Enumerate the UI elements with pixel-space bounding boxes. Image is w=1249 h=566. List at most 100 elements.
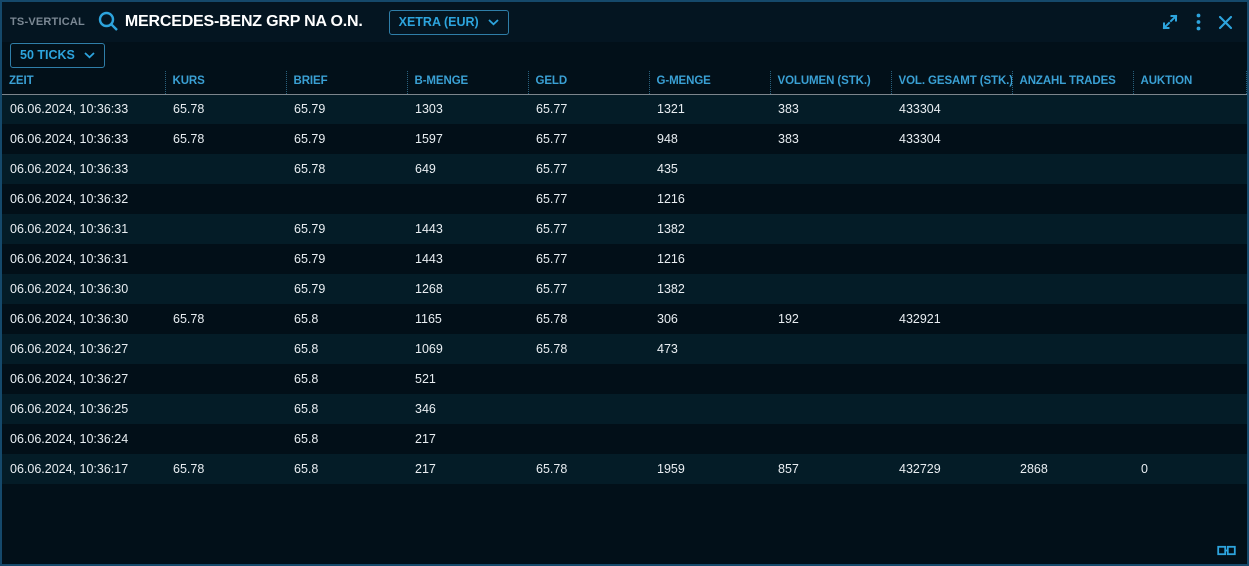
column-header-auktion[interactable]: AUKTION bbox=[1133, 71, 1247, 94]
table-row: 06.06.2024, 10:36:3365.7865.79130365.771… bbox=[2, 94, 1247, 124]
table-cell: 65.79 bbox=[286, 124, 407, 154]
table-cell bbox=[165, 364, 286, 394]
table-cell bbox=[770, 334, 891, 364]
table-cell: 06.06.2024, 10:36:33 bbox=[2, 154, 165, 184]
table-cell bbox=[1133, 334, 1247, 364]
table-cell bbox=[528, 424, 649, 454]
table-row: 06.06.2024, 10:36:3065.79126865.771382 bbox=[2, 274, 1247, 304]
chevron-down-icon bbox=[488, 15, 499, 29]
search-icon[interactable] bbox=[97, 10, 121, 34]
table-cell: 65.8 bbox=[286, 304, 407, 334]
column-header-zeit[interactable]: ZEIT bbox=[2, 71, 165, 94]
table-cell: 433304 bbox=[891, 94, 1012, 124]
table-cell: 65.8 bbox=[286, 334, 407, 364]
table-cell: 1443 bbox=[407, 244, 528, 274]
table-cell: 06.06.2024, 10:36:33 bbox=[2, 94, 165, 124]
table-cell bbox=[770, 184, 891, 214]
exchange-dropdown[interactable]: XETRA (EUR) bbox=[389, 10, 509, 35]
table-cell: 217 bbox=[407, 454, 528, 484]
column-header-b-menge[interactable]: B-MENGE bbox=[407, 71, 528, 94]
table-cell: 65.78 bbox=[528, 334, 649, 364]
table-cell: 65.8 bbox=[286, 454, 407, 484]
table-cell: 65.77 bbox=[528, 124, 649, 154]
table-cell bbox=[770, 424, 891, 454]
table-cell bbox=[891, 364, 1012, 394]
table-cell bbox=[1012, 304, 1133, 334]
table-cell bbox=[1133, 424, 1247, 454]
table-cell: 473 bbox=[649, 334, 770, 364]
exchange-dropdown-label: XETRA (EUR) bbox=[399, 15, 479, 29]
table-cell: 65.78 bbox=[165, 124, 286, 154]
column-header-volumen-stk[interactable]: VOLUMEN (STK.) bbox=[770, 71, 891, 94]
table-row: 06.06.2024, 10:36:2465.8217 bbox=[2, 424, 1247, 454]
table-cell: 1382 bbox=[649, 214, 770, 244]
table-cell: 06.06.2024, 10:36:24 bbox=[2, 424, 165, 454]
table-cell: 948 bbox=[649, 124, 770, 154]
column-header-geld[interactable]: GELD bbox=[528, 71, 649, 94]
table-cell: 649 bbox=[407, 154, 528, 184]
table-cell: 06.06.2024, 10:36:32 bbox=[2, 184, 165, 214]
table-cell: 65.77 bbox=[528, 154, 649, 184]
table-cell bbox=[1012, 364, 1133, 394]
instrument-title: MERCEDES-BENZ GRP NA O.N. bbox=[125, 13, 363, 31]
close-icon[interactable] bbox=[1216, 13, 1235, 32]
table-cell bbox=[528, 364, 649, 394]
column-header-anzahl-trades[interactable]: ANZAHL TRADES bbox=[1012, 71, 1133, 94]
table-cell: 65.77 bbox=[528, 94, 649, 124]
table-cell bbox=[770, 364, 891, 394]
column-header-g-menge[interactable]: G-MENGE bbox=[649, 71, 770, 94]
column-header-vol-gesamt-stk[interactable]: VOL. GESAMT (STK.) bbox=[891, 71, 1012, 94]
table-cell bbox=[1012, 94, 1133, 124]
table-cell bbox=[407, 184, 528, 214]
table-cell bbox=[1012, 154, 1133, 184]
table-row: 06.06.2024, 10:36:2565.8346 bbox=[2, 394, 1247, 424]
table-cell bbox=[1133, 184, 1247, 214]
table-cell: 65.77 bbox=[528, 214, 649, 244]
table-cell bbox=[1133, 274, 1247, 304]
table-cell: 1216 bbox=[649, 244, 770, 274]
table-cell bbox=[1012, 334, 1133, 364]
table-cell bbox=[1133, 364, 1247, 394]
column-header-brief[interactable]: BRIEF bbox=[286, 71, 407, 94]
table-cell bbox=[1012, 274, 1133, 304]
table-cell bbox=[165, 334, 286, 364]
table-cell: 1959 bbox=[649, 454, 770, 484]
table-cell: 192 bbox=[770, 304, 891, 334]
table-cell bbox=[891, 334, 1012, 364]
table-cell: 857 bbox=[770, 454, 891, 484]
table-cell: 06.06.2024, 10:36:31 bbox=[2, 244, 165, 274]
table-cell: 1216 bbox=[649, 184, 770, 214]
table-cell: 06.06.2024, 10:36:17 bbox=[2, 454, 165, 484]
table-cell: 65.77 bbox=[528, 244, 649, 274]
table-cell bbox=[165, 184, 286, 214]
table-cell: 65.78 bbox=[165, 304, 286, 334]
footer bbox=[2, 484, 1247, 564]
table-cell bbox=[1012, 184, 1133, 214]
table-cell bbox=[1133, 304, 1247, 334]
link-windows-icon[interactable] bbox=[1217, 544, 1236, 557]
table-cell bbox=[1133, 214, 1247, 244]
table-cell: 383 bbox=[770, 94, 891, 124]
maximize-button[interactable] bbox=[1159, 11, 1181, 33]
window-controls bbox=[1159, 11, 1235, 33]
table-cell bbox=[528, 394, 649, 424]
tick-table: ZEITKURSBRIEFB-MENGEGELDG-MENGEVOLUMEN (… bbox=[2, 71, 1247, 484]
table-cell bbox=[891, 184, 1012, 214]
table-cell bbox=[649, 424, 770, 454]
table-cell bbox=[1133, 244, 1247, 274]
column-header-kurs[interactable]: KURS bbox=[165, 71, 286, 94]
table-cell bbox=[770, 244, 891, 274]
table-cell bbox=[165, 274, 286, 304]
table-cell: 65.78 bbox=[165, 94, 286, 124]
kebab-menu-icon[interactable] bbox=[1194, 11, 1203, 33]
table-cell bbox=[165, 244, 286, 274]
table-cell bbox=[1012, 244, 1133, 274]
table-row: 06.06.2024, 10:36:2765.8106965.78473 bbox=[2, 334, 1247, 364]
table-cell: 65.8 bbox=[286, 424, 407, 454]
table-cell bbox=[1133, 94, 1247, 124]
table-cell bbox=[891, 244, 1012, 274]
table-cell bbox=[1133, 124, 1247, 154]
app-label: TS-VERTICAL bbox=[10, 16, 85, 28]
table-cell: 65.78 bbox=[286, 154, 407, 184]
ticks-dropdown[interactable]: 50 TICKS bbox=[10, 43, 105, 68]
